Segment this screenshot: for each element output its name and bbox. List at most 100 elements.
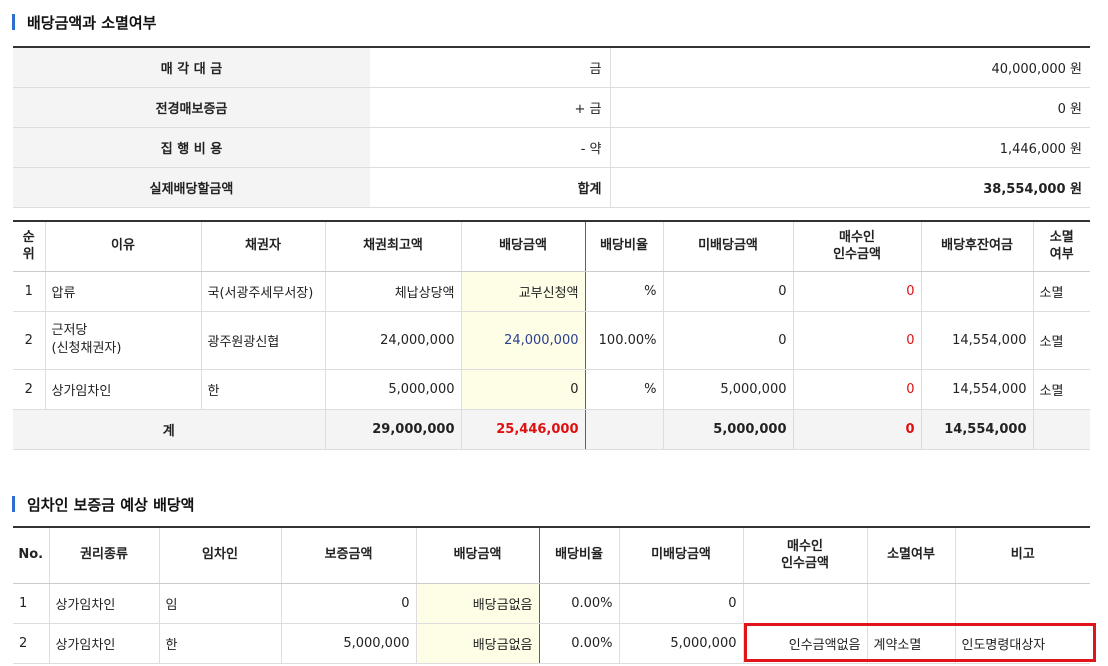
cell-buyer-assumed: 0: [793, 311, 922, 370]
cell-note: 인도명령대상자: [955, 623, 1090, 664]
col-header-paid: 배당금액: [460, 221, 586, 272]
cell-ratio: 0.00%: [539, 623, 620, 664]
distribution-header-row: 순 위 이유 채권자 채권최고액 배당금액 배당비율 미배당금액 매수인 인수금…: [13, 221, 1090, 272]
header-text: 순 위: [22, 229, 35, 263]
cell-ratio: 0.00%: [539, 583, 620, 624]
cell-paid: 24,000,000: [460, 311, 586, 370]
col-header-rank: 순 위: [13, 221, 46, 272]
cell-unpaid: 5,000,000: [619, 623, 744, 664]
cell-unpaid: 5,000,000: [663, 369, 794, 410]
col-header-unpaid: 미배당금액: [619, 527, 744, 584]
reason-text: 근저당 (신청채권자): [51, 322, 122, 356]
summary-sign: + 금: [370, 87, 611, 128]
cell-tenant-name: 임: [159, 583, 282, 624]
cell-remaining: 14,554,000: [921, 311, 1034, 370]
summary-amount: 40,000,000 원: [610, 47, 1090, 88]
header-text: 소멸 여부: [1049, 229, 1074, 263]
summary-label: 전경매보증금: [13, 87, 370, 128]
summary-label: 실제배당할금액: [13, 167, 370, 208]
cell-buyer-assumed: [743, 583, 868, 624]
col-header-tenant: 임차인: [159, 527, 282, 584]
col-header-creditor: 채권자: [201, 221, 326, 272]
cell-unpaid: 0: [619, 583, 744, 624]
cell-reason: 압류: [45, 271, 202, 312]
cell-paid: 교부신청액: [460, 271, 586, 312]
cell-buyer-assumed: 0: [793, 369, 922, 410]
col-header-deposit: 보증금액: [281, 527, 417, 584]
distribution-row: 2 근저당 (신청채권자) 광주원광신협 24,000,000 24,000,0…: [13, 311, 1090, 370]
total-status-empty: [1033, 409, 1090, 450]
cell-unpaid: 0: [663, 271, 794, 312]
distribution-row: 2 상가임차인 한 5,000,000 0 % 5,000,000 0 14,5…: [13, 369, 1090, 410]
distribution-total-row: 계 29,000,000 25,446,000 5,000,000 0 14,5…: [13, 409, 1090, 450]
header-text: 매수인 인수금액: [781, 538, 829, 572]
cell-rank: 1: [13, 271, 46, 312]
cell-buyer-assumed: 인수금액없음: [743, 623, 868, 664]
col-header-unpaid: 미배당금액: [663, 221, 794, 272]
summary-row: 집 행 비 용 - 약 1,446,000 원: [13, 127, 1090, 168]
summary-sign: 합계: [370, 167, 611, 208]
summary-amount: 0 원: [610, 87, 1090, 128]
total-label: 계: [13, 409, 326, 450]
sale-summary-table: 매 각 대 금 금 40,000,000 원 전경매보증금 + 금 0 원 집 …: [13, 46, 1090, 208]
cell-paid: 배당금없음: [415, 623, 540, 664]
col-header-status: 소멸 여부: [1033, 221, 1090, 272]
section-title-text: 배당금액과 소멸여부: [27, 13, 157, 32]
col-header-max-claim: 채권최고액: [325, 221, 462, 272]
summary-sign: 금: [370, 47, 611, 88]
section-accent-bar: [12, 496, 15, 512]
total-max-claim: 29,000,000: [325, 409, 462, 450]
col-header-ratio: 배당비율: [585, 221, 664, 272]
cell-status: 소멸: [1033, 369, 1090, 410]
section-title-tenant: 임차인 보증금 예상 배당액: [12, 494, 194, 514]
summary-row: 전경매보증금 + 금 0 원: [13, 87, 1090, 128]
col-header-paid: 배당금액: [415, 527, 540, 584]
cell-ratio: %: [585, 369, 664, 410]
cell-creditor: 광주원광신협: [201, 311, 326, 370]
section-title-text: 임차인 보증금 예상 배당액: [27, 495, 195, 514]
cell-deposit: 0: [281, 583, 417, 624]
cell-reason: 상가임차인: [45, 369, 202, 410]
header-text: 매수인 인수금액: [833, 229, 881, 263]
summary-label: 집 행 비 용: [13, 127, 370, 168]
cell-ratio: 100.00%: [585, 311, 664, 370]
summary-row: 매 각 대 금 금 40,000,000 원: [13, 47, 1090, 88]
cell-right-type: 상가임차인: [49, 623, 160, 664]
col-header-buyer-assumed: 매수인 인수금액: [743, 527, 868, 584]
cell-no: 1: [13, 583, 50, 624]
cell-buyer-assumed: 0: [793, 271, 922, 312]
cell-no: 2: [13, 623, 50, 664]
total-remaining: 14,554,000: [921, 409, 1034, 450]
col-header-note: 비고: [955, 527, 1090, 584]
cell-paid: 0: [460, 369, 586, 410]
summary-sign: - 약: [370, 127, 611, 168]
cell-status: 소멸: [1033, 271, 1090, 312]
col-header-ratio: 배당비율: [539, 527, 620, 584]
cell-status: [867, 583, 956, 624]
cell-status: 계약소멸: [867, 623, 956, 664]
cell-unpaid: 0: [663, 311, 794, 370]
tenant-dividend-table: No. 권리종류 임차인 보증금액 배당금액 배당비율 미배당금액 매수인 인수…: [13, 526, 1090, 664]
col-header-buyer-assumed: 매수인 인수금액: [793, 221, 922, 272]
col-header-right-type: 권리종류: [49, 527, 160, 584]
cell-note: [955, 583, 1090, 624]
total-buyer-assumed: 0: [793, 409, 922, 450]
cell-paid: 배당금없음: [415, 583, 540, 624]
total-unpaid: 5,000,000: [663, 409, 794, 450]
col-header-no: No.: [13, 527, 50, 584]
cell-ratio: %: [585, 271, 664, 312]
section-accent-bar: [12, 14, 15, 30]
cell-creditor: 국(서광주세무서장): [201, 271, 326, 312]
col-header-remaining: 배당후잔여금: [921, 221, 1034, 272]
cell-remaining: [921, 271, 1034, 312]
summary-amount: 38,554,000 원: [610, 167, 1090, 208]
summary-amount: 1,446,000 원: [610, 127, 1090, 168]
tenant-row: 1 상가임차인 임 0 배당금없음 0.00% 0: [13, 583, 1090, 624]
total-ratio-empty: [585, 409, 664, 450]
cell-deposit: 5,000,000: [281, 623, 417, 664]
cell-max-claim: 체납상당액: [325, 271, 462, 312]
summary-row-total: 실제배당할금액 합계 38,554,000 원: [13, 167, 1090, 208]
col-header-status: 소멸여부: [867, 527, 956, 584]
cell-max-claim: 24,000,000: [325, 311, 462, 370]
summary-label: 매 각 대 금: [13, 47, 370, 88]
